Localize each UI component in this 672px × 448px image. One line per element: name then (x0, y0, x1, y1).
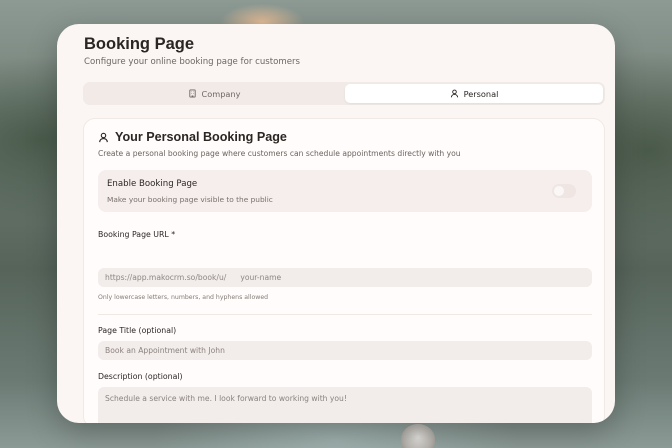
booking-url-hint: Only lowercase letters, numbers, and hyp… (98, 294, 269, 301)
booking-settings-card: Booking Page Configure your online booki… (57, 24, 615, 423)
enable-booking-toggle[interactable] (552, 184, 576, 198)
background-animal (401, 424, 435, 448)
tab-personal[interactable]: Personal (345, 84, 603, 103)
page-title-placeholder: Book an Appointment with John (105, 346, 225, 355)
panel-description: Create a personal booking page where cus… (98, 149, 461, 158)
booking-url-slug-placeholder: your-name (240, 273, 282, 282)
description-label: Description (optional) (98, 372, 183, 381)
booking-url-label: Booking Page URL * (98, 230, 176, 239)
user-icon (450, 89, 458, 98)
toggle-knob (554, 186, 564, 196)
personal-booking-panel: Your Personal Booking Page Create a pers… (83, 118, 605, 423)
tab-personal-label: Personal (463, 88, 499, 99)
panel-title: Your Personal Booking Page (115, 130, 287, 144)
description-placeholder: Schedule a service with me. I look forwa… (105, 394, 347, 403)
building-icon (188, 89, 196, 98)
section-divider (98, 314, 592, 315)
tab-company-label: Company (201, 88, 241, 99)
enable-booking-section: Enable Booking Page Make your booking pa… (98, 170, 592, 212)
page-title: Booking Page (84, 35, 195, 53)
enable-booking-subtitle: Make your booking page visible to the pu… (107, 195, 273, 204)
page-subtitle: Configure your online booking page for c… (84, 57, 301, 67)
tab-company[interactable]: Company (85, 84, 343, 103)
panel-header: Your Personal Booking Page (98, 130, 287, 144)
page-title-label: Page Title (optional) (98, 326, 177, 335)
user-icon (99, 132, 108, 142)
page-title-input[interactable]: Book an Appointment with John (98, 341, 592, 360)
enable-booking-title: Enable Booking Page (107, 179, 198, 189)
booking-url-prefix: https://app.makocrm.so/book/u/ (105, 273, 227, 282)
tab-bar: Company Personal (83, 82, 605, 105)
description-textarea[interactable]: Schedule a service with me. I look forwa… (98, 387, 592, 423)
booking-url-input[interactable]: https://app.makocrm.so/book/u/ your-name (98, 268, 592, 287)
